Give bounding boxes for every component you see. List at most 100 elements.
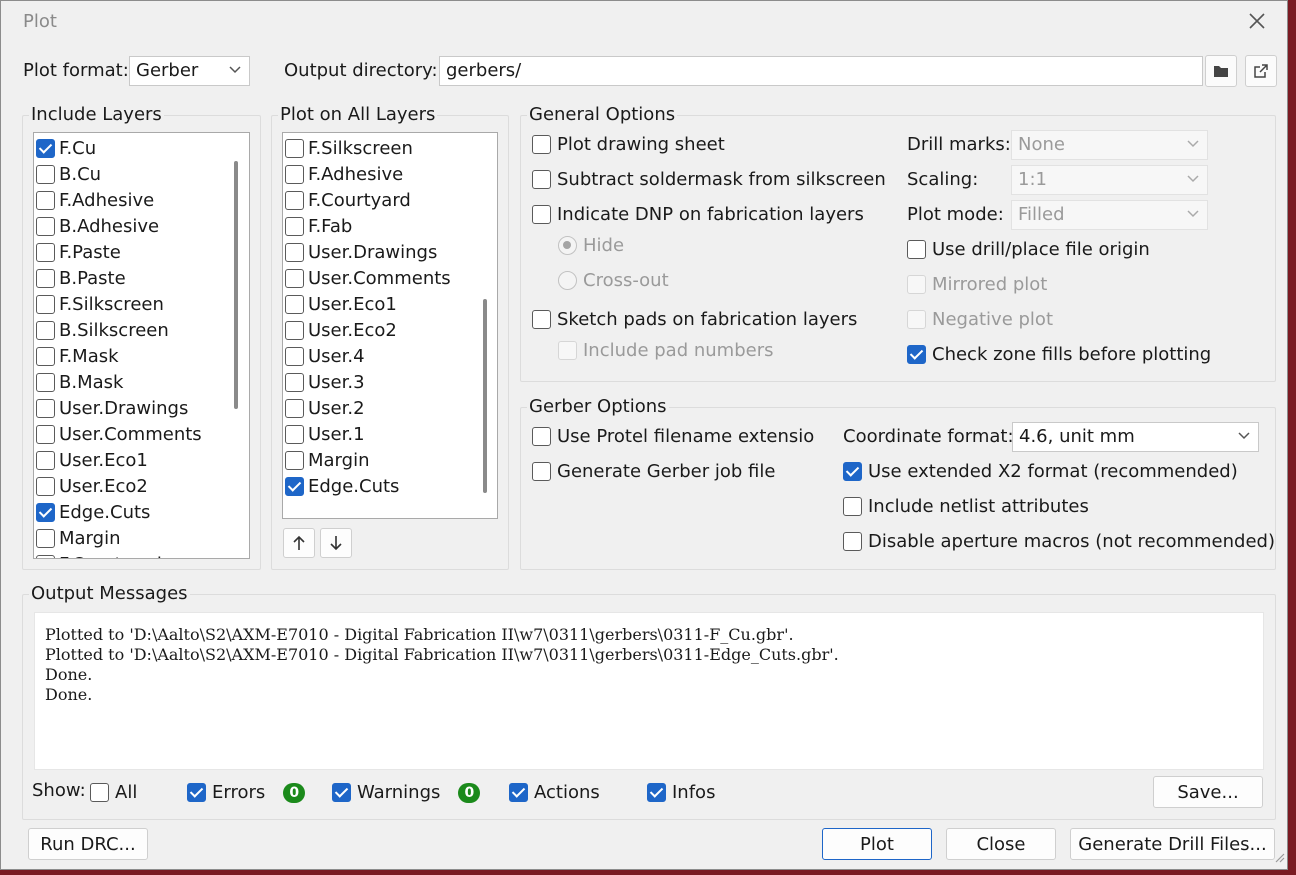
- layer-list-item[interactable]: B.Adhesive: [36, 213, 159, 239]
- layer-list-item[interactable]: User.Eco1: [285, 291, 397, 317]
- layer-list-item[interactable]: F.Courtyard: [285, 187, 411, 213]
- subtract-soldermask-checkbox[interactable]: Subtract soldermask from silkscreen: [532, 169, 886, 190]
- include-pad-numbers-checkbox[interactable]: Include pad numbers: [558, 340, 773, 361]
- show-warnings-checkbox[interactable]: Warnings 0: [332, 782, 481, 803]
- layer-list-item[interactable]: F.Silkscreen: [36, 291, 164, 317]
- checkbox-box[interactable]: [285, 216, 304, 236]
- layer-list-item[interactable]: Edge.Cuts: [285, 473, 399, 499]
- layer-list-item[interactable]: User.4: [285, 343, 365, 369]
- checkbox-box[interactable]: [36, 294, 55, 314]
- use-drill-origin-checkbox[interactable]: Use drill/place file origin: [907, 239, 1150, 260]
- move-down-button[interactable]: [320, 528, 352, 558]
- close-window-icon[interactable]: [1245, 9, 1269, 33]
- checkbox-box[interactable]: [36, 398, 55, 418]
- run-drc-button[interactable]: Run DRC...: [28, 828, 148, 860]
- layer-list-item[interactable]: User.Drawings: [36, 395, 188, 421]
- close-button[interactable]: Close: [946, 828, 1056, 860]
- checkbox-box[interactable]: [285, 294, 304, 314]
- layer-list-item[interactable]: F.Adhesive: [36, 187, 154, 213]
- checkbox-box[interactable]: [285, 346, 304, 366]
- checkbox-box[interactable]: [285, 164, 304, 184]
- show-actions-checkbox[interactable]: Actions: [509, 782, 600, 803]
- layer-list-item[interactable]: F.Adhesive: [285, 161, 403, 187]
- layer-list-item[interactable]: B.Cu: [36, 161, 101, 187]
- checkbox-box[interactable]: [36, 424, 55, 444]
- checkbox-box[interactable]: [285, 242, 304, 262]
- checkbox-box[interactable]: [285, 424, 304, 444]
- layer-list-item[interactable]: F.Cu: [36, 135, 96, 161]
- move-up-button[interactable]: [283, 528, 315, 558]
- hide-radio[interactable]: Hide: [558, 235, 624, 256]
- checkbox-box[interactable]: [36, 450, 55, 470]
- output-directory-input[interactable]: gerbers/: [439, 56, 1203, 86]
- layer-list-item[interactable]: User.Eco2: [285, 317, 397, 343]
- checkbox-box[interactable]: [285, 268, 304, 288]
- negative-plot-checkbox[interactable]: Negative plot: [907, 309, 1053, 330]
- layer-list-item[interactable]: User.Drawings: [285, 239, 437, 265]
- checkbox-box[interactable]: [285, 138, 304, 158]
- checkbox-box[interactable]: [36, 346, 55, 366]
- checkbox-box[interactable]: [36, 138, 55, 158]
- include-layers-scrollbar[interactable]: [234, 161, 238, 409]
- checkbox-box[interactable]: [36, 190, 55, 210]
- layer-list-item[interactable]: F.Fab: [285, 213, 352, 239]
- layer-list-item[interactable]: B.Paste: [36, 265, 126, 291]
- layer-list-item[interactable]: B.Mask: [36, 369, 123, 395]
- drill-marks-select[interactable]: None: [1011, 130, 1208, 160]
- checkbox-box[interactable]: [36, 320, 55, 340]
- disable-aperture-checkbox[interactable]: Disable aperture macros (not recommended…: [843, 531, 1275, 552]
- layer-list-item[interactable]: Margin: [285, 447, 369, 473]
- layer-list-item[interactable]: User.1: [285, 421, 365, 447]
- checkbox-box[interactable]: [285, 476, 304, 496]
- indicate-dnp-checkbox[interactable]: Indicate DNP on fabrication layers: [532, 204, 864, 225]
- sketch-pads-checkbox[interactable]: Sketch pads on fabrication layers: [532, 309, 857, 330]
- layer-list-item[interactable]: Edge.Cuts: [36, 499, 150, 525]
- checkbox-box[interactable]: [36, 216, 55, 236]
- plot-drawing-sheet-checkbox[interactable]: Plot drawing sheet: [532, 134, 725, 155]
- layer-list-item[interactable]: B.Silkscreen: [36, 317, 169, 343]
- layer-list-item[interactable]: F.Courtyard: [36, 551, 162, 558]
- checkbox-box[interactable]: [285, 320, 304, 340]
- generate-job-file-checkbox[interactable]: Generate Gerber job file: [532, 461, 775, 482]
- checkbox-box[interactable]: [36, 554, 55, 558]
- checkbox-box[interactable]: [36, 502, 55, 522]
- checkbox-box[interactable]: [36, 528, 55, 548]
- checkbox-box[interactable]: [285, 190, 304, 210]
- check-zone-fills-checkbox[interactable]: Check zone fills before plotting: [907, 344, 1211, 365]
- show-errors-checkbox[interactable]: Errors 0: [187, 782, 306, 803]
- layer-list-item[interactable]: User.Eco2: [36, 473, 148, 499]
- checkbox-box[interactable]: [285, 372, 304, 392]
- plot-all-layers-scrollbar[interactable]: [483, 299, 487, 493]
- layer-list-item[interactable]: User.Comments: [36, 421, 202, 447]
- mirrored-plot-checkbox[interactable]: Mirrored plot: [907, 274, 1047, 295]
- layer-list-item[interactable]: User.2: [285, 395, 365, 421]
- cross-out-radio[interactable]: Cross-out: [558, 270, 669, 291]
- show-infos-checkbox[interactable]: Infos: [647, 782, 715, 803]
- use-x2-format-checkbox[interactable]: Use extended X2 format (recommended): [843, 461, 1238, 482]
- checkbox-box[interactable]: [36, 476, 55, 496]
- layer-list-item[interactable]: F.Silkscreen: [285, 135, 413, 161]
- include-layers-list[interactable]: F.Courtyard Margin Edge.Cuts User.Eco2 User.…: [33, 132, 250, 559]
- browse-folder-button[interactable]: [1205, 55, 1237, 87]
- layer-list-item[interactable]: User.3: [285, 369, 365, 395]
- checkbox-box[interactable]: [36, 372, 55, 392]
- plot-mode-select[interactable]: Filled: [1011, 200, 1208, 230]
- coordinate-format-select[interactable]: 4.6, unit mm: [1012, 422, 1259, 452]
- show-all-checkbox[interactable]: All: [90, 782, 137, 803]
- checkbox-box[interactable]: [285, 450, 304, 470]
- save-messages-button[interactable]: Save...: [1153, 776, 1263, 808]
- layer-list-item[interactable]: F.Mask: [36, 343, 119, 369]
- plot-format-select[interactable]: Gerber: [129, 56, 250, 86]
- use-protel-checkbox[interactable]: Use Protel filename extensions: [532, 426, 814, 447]
- layer-list-item[interactable]: User.Comments: [285, 265, 451, 291]
- checkbox-box[interactable]: [36, 164, 55, 184]
- plot-button[interactable]: Plot: [822, 828, 932, 860]
- generate-drill-files-button[interactable]: Generate Drill Files...: [1070, 828, 1275, 860]
- open-directory-button[interactable]: [1245, 55, 1277, 87]
- plot-all-layers-list[interactable]: Edge.Cuts Margin User.1 User.2 User.3 User.4 U…: [282, 132, 498, 519]
- scaling-select[interactable]: 1:1: [1011, 165, 1208, 195]
- include-netlist-checkbox[interactable]: Include netlist attributes: [843, 496, 1089, 517]
- layer-list-item[interactable]: Margin: [36, 525, 120, 551]
- checkbox-box[interactable]: [285, 398, 304, 418]
- resize-grip-icon[interactable]: [1273, 851, 1285, 863]
